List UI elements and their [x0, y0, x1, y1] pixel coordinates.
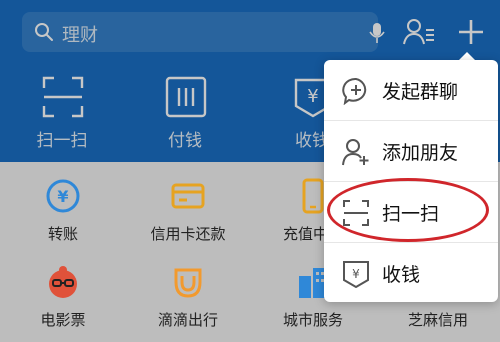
grid-item-label: 滴滴出行	[157, 311, 218, 329]
menu-item-label: 收钱	[382, 264, 421, 286]
grid-item-credit-card[interactable]: 信用卡还款	[128, 168, 248, 254]
grid-item-label: 转账	[47, 225, 78, 243]
grid-item-label: 城市服务	[282, 311, 343, 329]
grid-item-label: 芝麻信用	[407, 311, 468, 329]
didi-icon	[174, 268, 202, 298]
credit-card-icon	[171, 183, 205, 209]
grid-item-label: 电影票	[40, 311, 86, 329]
svg-text:¥: ¥	[57, 187, 68, 206]
grid-item-movie[interactable]: 电影票	[3, 254, 123, 340]
yuan-receipt-icon: ¥	[343, 261, 369, 288]
highlight-circle	[327, 178, 489, 242]
grid-item-transfer[interactable]: ¥ 转账	[3, 168, 123, 254]
menu-item-label: 添加朋友	[382, 142, 459, 164]
transfer-icon: ¥	[46, 179, 80, 213]
grid-item-didi[interactable]: 滴滴出行	[128, 254, 248, 340]
grid-item-label: 信用卡还款	[150, 225, 226, 243]
add-friend-icon	[342, 139, 369, 166]
movie-ticket-icon	[49, 266, 77, 298]
svg-text:¥: ¥	[352, 267, 360, 281]
menu-item-group-chat[interactable]: 发起群聊	[324, 60, 498, 120]
menu-item-collect[interactable]: ¥ 收钱	[324, 243, 498, 303]
menu-item-add-friend[interactable]: 添加朋友	[324, 121, 498, 181]
menu-item-label: 发起群聊	[382, 81, 459, 103]
group-chat-icon	[342, 77, 367, 105]
